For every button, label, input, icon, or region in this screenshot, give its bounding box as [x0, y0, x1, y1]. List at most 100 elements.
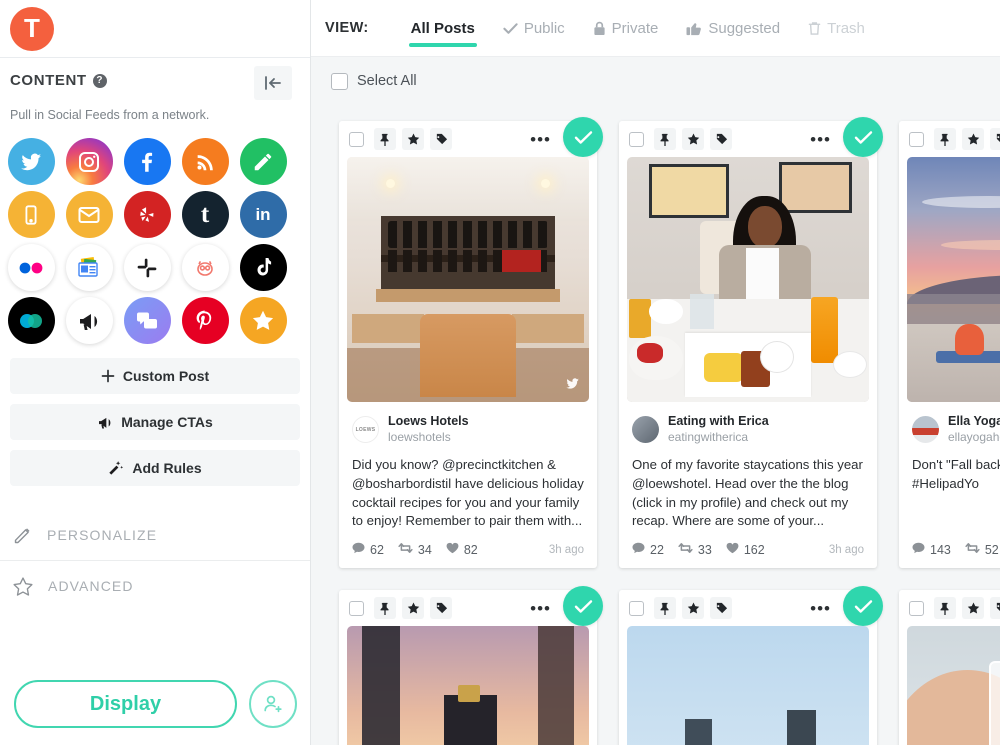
tab-trash[interactable]: Trash	[794, 0, 879, 57]
help-icon[interactable]: ?	[92, 73, 107, 88]
facebook-icon[interactable]	[123, 138, 171, 185]
post-image[interactable]	[907, 157, 1000, 402]
post-card[interactable]: •••	[899, 590, 1000, 745]
pin-icon[interactable]	[374, 597, 396, 620]
megaphone-icon[interactable]	[65, 297, 113, 344]
plus-icon	[101, 369, 115, 383]
app-logo[interactable]: T	[10, 6, 54, 51]
rss-icon[interactable]	[181, 138, 229, 185]
pin-icon[interactable]	[934, 128, 956, 150]
post-author[interactable]: Ella Yoga ellayogaholly	[912, 414, 1000, 445]
post-card[interactable]: •••	[899, 121, 1000, 569]
manage-ctas-label: Manage CTAs	[121, 414, 213, 430]
tiktok-icon[interactable]	[239, 244, 287, 291]
tab-public[interactable]: Public	[489, 0, 579, 57]
approved-check-icon[interactable]	[563, 586, 603, 627]
posts-column: •••	[899, 121, 1000, 745]
add-user-icon[interactable]	[249, 680, 297, 728]
google-news-icon[interactable]	[65, 244, 113, 291]
reviews-star-icon[interactable]	[239, 297, 287, 344]
star-icon[interactable]	[962, 597, 984, 620]
tab-suggested[interactable]: Suggested	[672, 0, 794, 57]
pin-icon[interactable]	[934, 597, 956, 620]
card-select-checkbox[interactable]	[909, 600, 924, 616]
approved-check-icon[interactable]	[563, 117, 603, 157]
shares-count: 34	[417, 542, 432, 557]
tag-icon[interactable]	[710, 597, 732, 620]
add-rules-button[interactable]: Add Rules	[10, 450, 300, 486]
tumblr-icon[interactable]: t	[181, 191, 229, 238]
tag-icon[interactable]	[990, 128, 1000, 150]
card-select-checkbox[interactable]	[629, 600, 644, 616]
twitter-icon[interactable]	[7, 138, 55, 185]
tag-icon[interactable]	[430, 597, 452, 620]
post-card[interactable]: •••	[619, 117, 883, 569]
twitter-icon	[564, 376, 581, 396]
webex-icon[interactable]	[7, 297, 55, 344]
yelp-icon[interactable]	[123, 191, 171, 238]
email-icon[interactable]	[65, 191, 113, 238]
instagram-icon[interactable]	[65, 138, 113, 185]
post-body: LOEWS Loews Hotels loewshotels Did you k…	[339, 402, 597, 532]
tag-icon[interactable]	[430, 128, 452, 150]
display-button[interactable]: Display	[14, 680, 237, 728]
flickr-icon[interactable]	[7, 244, 55, 291]
tab-private[interactable]: Private	[579, 0, 673, 57]
post-author[interactable]: Eating with Erica eatingwitherica	[632, 414, 864, 445]
post-image[interactable]	[627, 626, 869, 745]
tab-all-posts[interactable]: All Posts	[397, 0, 489, 57]
star-icon[interactable]	[402, 128, 424, 150]
card-select-checkbox[interactable]	[909, 131, 924, 147]
custom-post-button[interactable]: Custom Post	[10, 358, 300, 394]
card-toolbar: •••	[339, 586, 603, 627]
post-image[interactable]	[347, 157, 589, 402]
app-root: T CONTENT ? Pull in Social Feeds from a …	[0, 0, 1000, 745]
pin-icon[interactable]	[654, 597, 676, 620]
star-icon[interactable]	[402, 597, 424, 620]
tag-icon[interactable]	[710, 128, 732, 150]
chat-icon[interactable]	[123, 297, 171, 344]
tag-icon[interactable]	[990, 597, 1000, 620]
pin-icon[interactable]	[374, 128, 396, 150]
hootsuite-icon[interactable]	[181, 244, 229, 291]
approved-check-icon[interactable]	[843, 586, 883, 627]
collapse-sidebar-icon[interactable]	[254, 66, 292, 100]
sms-icon[interactable]	[7, 191, 55, 238]
sidebar-item-advanced[interactable]: ADVANCED	[0, 561, 310, 611]
approved-check-icon[interactable]	[843, 117, 883, 157]
slack-icon[interactable]	[123, 244, 171, 291]
rooftop-yoga-scene	[907, 157, 1000, 402]
post-card[interactable]: •••	[339, 117, 603, 569]
post-card[interactable]: •••	[339, 586, 603, 745]
star-icon[interactable]	[682, 597, 704, 620]
content-subtitle: Pull in Social Feeds from a network.	[10, 108, 210, 122]
more-options-icon[interactable]: •••	[810, 131, 831, 148]
post-author[interactable]: LOEWS Loews Hotels loewshotels	[352, 414, 584, 445]
select-all-checkbox[interactable]	[331, 72, 348, 90]
star-outline-icon	[12, 576, 34, 597]
network-cell: in	[234, 191, 292, 238]
post-image[interactable]	[907, 626, 1000, 745]
pin-icon[interactable]	[654, 128, 676, 150]
star-icon[interactable]	[962, 128, 984, 150]
post-image[interactable]	[627, 157, 869, 402]
more-options-icon[interactable]: •••	[530, 131, 551, 148]
card-select-checkbox[interactable]	[349, 600, 364, 616]
sidebar-item-personalize[interactable]: PERSONALIZE	[0, 510, 310, 560]
manage-ctas-button[interactable]: Manage CTAs	[10, 404, 300, 440]
card-select-checkbox[interactable]	[349, 131, 364, 147]
post-card[interactable]: •••	[619, 586, 883, 745]
pinterest-icon[interactable]	[181, 297, 229, 344]
post-image[interactable]	[347, 626, 589, 745]
star-icon[interactable]	[682, 128, 704, 150]
posts-board[interactable]: ••• LOEWS Loews Hotels loewshotels Did y…	[311, 105, 1000, 745]
select-all-bar: Select All	[311, 57, 1000, 105]
custom-post-pencil-icon[interactable]	[239, 138, 287, 185]
more-options-icon[interactable]: •••	[810, 600, 831, 617]
card-select-checkbox[interactable]	[629, 131, 644, 147]
linkedin-icon[interactable]: in	[239, 191, 287, 238]
more-options-icon[interactable]: •••	[530, 600, 551, 617]
post-text: Did you know? @precinctkitchen & @boshar…	[352, 457, 584, 529]
posts-column: •••	[619, 117, 883, 745]
tab-label: Suggested	[708, 19, 781, 37]
